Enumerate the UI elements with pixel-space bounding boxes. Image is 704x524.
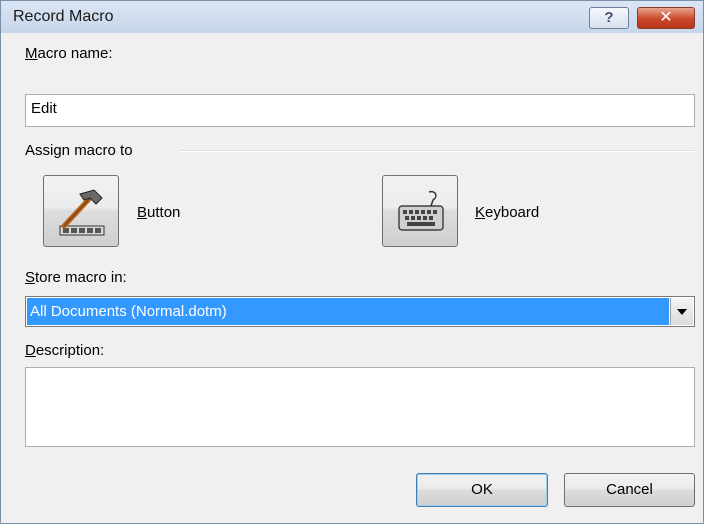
button-option-label: Button bbox=[137, 204, 181, 221]
assign-button-button[interactable] bbox=[43, 175, 119, 247]
close-button[interactable]: ✕ bbox=[637, 7, 695, 29]
help-icon: ? bbox=[604, 9, 614, 26]
cancel-button[interactable]: Cancel bbox=[564, 473, 695, 507]
description-label: Description: bbox=[25, 342, 105, 359]
keyboard-icon bbox=[398, 190, 444, 231]
macro-name-label: Macro name: bbox=[25, 45, 113, 62]
macro-name-input[interactable]: Edit bbox=[25, 94, 695, 127]
title-bar[interactable]: Record Macro ? ✕ bbox=[1, 1, 703, 33]
help-button[interactable]: ? bbox=[589, 7, 629, 29]
description-input[interactable] bbox=[25, 367, 695, 447]
store-macro-label: Store macro in: bbox=[25, 269, 127, 286]
store-macro-select[interactable]: All Documents (Normal.dotm) bbox=[25, 296, 695, 327]
close-icon: ✕ bbox=[659, 9, 673, 26]
dialog-title: Record Macro bbox=[13, 8, 114, 25]
store-macro-selected: All Documents (Normal.dotm) bbox=[27, 298, 669, 325]
group-separator bbox=[179, 150, 695, 152]
macro-name-value: Edit bbox=[31, 100, 57, 117]
keyboard-option-label: Keyboard bbox=[475, 204, 540, 221]
assign-keyboard-button[interactable] bbox=[382, 175, 458, 247]
ok-button[interactable]: OK bbox=[416, 473, 548, 507]
hammer-toolbar-icon bbox=[59, 189, 105, 236]
assign-macro-group-label: Assign macro to bbox=[25, 142, 133, 159]
record-macro-dialog: Record Macro ? ✕ Macro name: Edit Assign… bbox=[0, 0, 704, 524]
chevron-down-icon[interactable] bbox=[670, 298, 693, 325]
